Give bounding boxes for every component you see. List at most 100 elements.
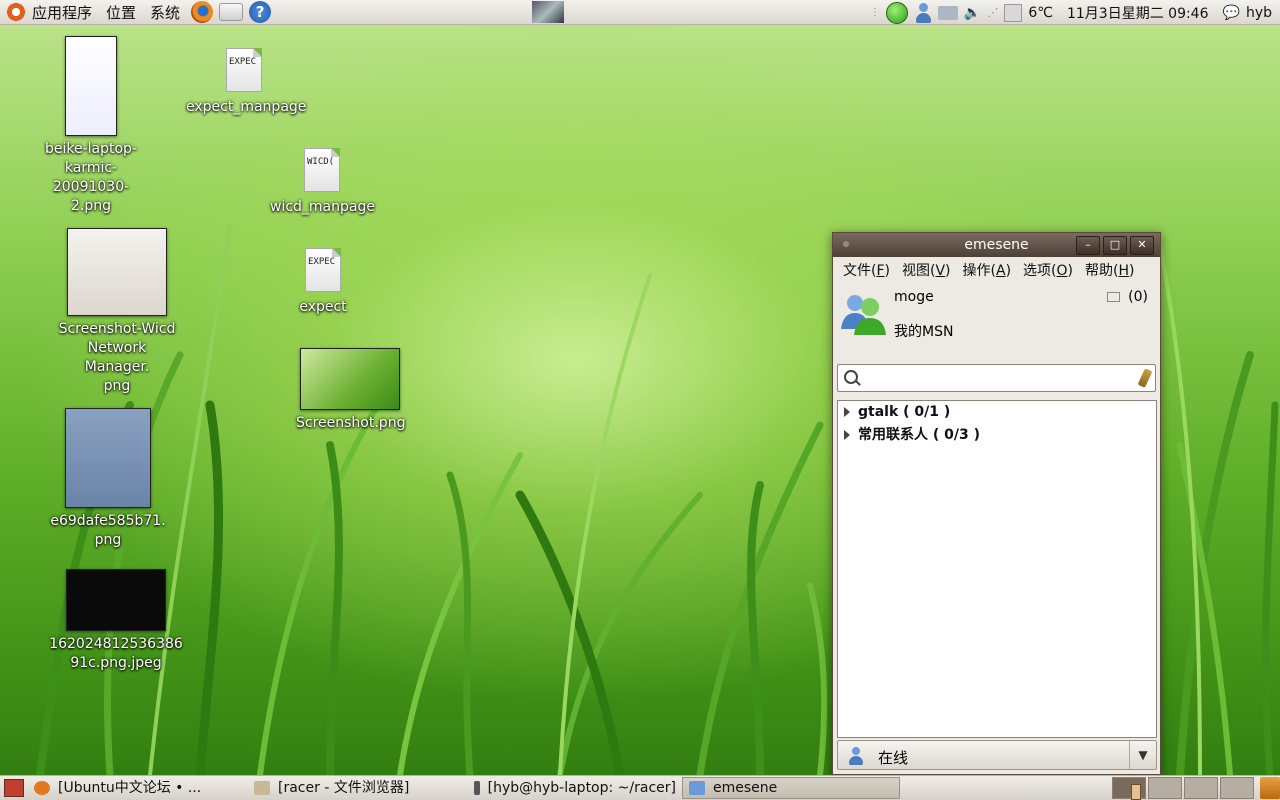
firefox-icon[interactable]	[191, 1, 214, 23]
applications-menu[interactable]: 应用程序	[0, 0, 100, 25]
window-thumbnail-icon[interactable]	[532, 1, 564, 23]
places-menu-label: 位置	[106, 3, 137, 22]
task-label: [hyb@hyb-laptop: ~/racer]	[487, 780, 676, 796]
chat-bubble-icon: 💬	[1222, 4, 1240, 21]
folder-icon	[254, 781, 270, 795]
network-icon[interactable]	[937, 5, 958, 20]
status-label: 在线	[878, 749, 909, 767]
desktop-icon-label: 91c.png.jpeg	[70, 655, 162, 671]
menu-actions[interactable]: 操作(A)	[957, 260, 1018, 280]
trash-icon[interactable]	[1260, 777, 1280, 799]
terminal-icon	[474, 781, 480, 795]
image-thumbnail-icon	[65, 36, 117, 136]
desktop-icon-screenshot-wicd[interactable]: Screenshot-Wicd Network Manager. png	[55, 228, 179, 396]
image-thumbnail-icon	[66, 569, 166, 631]
system-menu-label: 系统	[150, 3, 181, 22]
taskbar-item-firefox[interactable]: [Ubuntu中文论坛 • ...	[28, 777, 248, 799]
maximize-button[interactable]: □	[1103, 236, 1127, 255]
desktop-icon-wicd-manpage[interactable]: WICD( wicd_manpage	[270, 148, 375, 217]
desktop-icon-expect[interactable]: EXPEC expect	[290, 248, 356, 317]
volume-icon[interactable]: 🔈	[964, 5, 981, 21]
contact-search	[837, 364, 1156, 392]
menu-help[interactable]: 帮助(H)	[1079, 260, 1140, 280]
avatar-icon[interactable]	[839, 289, 887, 337]
emesene-icon	[689, 781, 705, 795]
show-desktop-icon[interactable]	[4, 779, 24, 797]
mail-count: (0)	[1128, 289, 1148, 305]
taskbar-item-terminal[interactable]: [hyb@hyb-laptop: ~/racer]	[468, 777, 682, 799]
search-input[interactable]	[862, 368, 1126, 390]
online-status-icon	[848, 747, 864, 765]
desktop-icon-e69dafe[interactable]: e69dafe585b71. png	[50, 408, 166, 550]
desktop-icon-label: 162024812536386	[49, 636, 183, 652]
workspace-3[interactable]	[1184, 777, 1218, 799]
envelope-icon	[1107, 292, 1121, 302]
weather-icon	[1004, 3, 1023, 22]
desktop-icon-label: Network Manager.	[84, 340, 150, 375]
system-menu[interactable]: 系统	[144, 0, 188, 25]
image-thumbnail-icon	[67, 228, 167, 316]
status-selector[interactable]: 在线 ▼	[837, 740, 1157, 770]
emesene-window: emesene – □ ✕ 文件(F) 视图(V) 操作(A) 选项(O) 帮助…	[832, 232, 1161, 775]
desktop-icon-label: Screenshot-Wicd	[58, 321, 176, 337]
signal-icon[interactable]: ⋰	[987, 6, 998, 19]
expand-arrow-icon[interactable]	[844, 430, 850, 440]
minimize-button[interactable]: –	[1076, 236, 1100, 255]
document-icon: EXPEC	[226, 48, 262, 92]
ubuntu-logo-icon	[6, 2, 26, 22]
image-thumbnail-icon	[300, 348, 400, 410]
group-label: gtalk ( 0/1 )	[858, 404, 951, 420]
status-online-icon[interactable]	[885, 1, 908, 24]
task-label: [Ubuntu中文论坛 • ...	[58, 780, 202, 796]
clock[interactable]: 11月3日星期二 09:46	[1067, 3, 1209, 23]
mail-icon[interactable]	[219, 3, 244, 21]
personal-message[interactable]: 我的MSN	[894, 321, 953, 341]
desktop-icon-label: png	[94, 532, 122, 548]
window-titlebar[interactable]: emesene – □ ✕	[833, 233, 1160, 257]
profile-area: moge 我的MSN (0)	[833, 283, 1160, 355]
task-label: emesene	[713, 780, 778, 796]
close-button[interactable]: ✕	[1130, 236, 1154, 255]
desktop-icon-expect-manpage[interactable]: EXPEC expect_manpage	[186, 48, 306, 117]
firefox-icon	[34, 781, 50, 795]
taskbar-item-file-browser[interactable]: [racer - 文件浏览器]	[248, 777, 468, 799]
contact-group-frequent[interactable]: 常用联系人 ( 0/3 )	[838, 424, 1156, 447]
menu-view[interactable]: 视图(V)	[896, 260, 957, 280]
desktop-icon-screenshot[interactable]: Screenshot.png	[296, 348, 406, 433]
chevron-down-icon[interactable]: ▼	[1129, 741, 1156, 769]
desktop-icon-label: Screenshot.png	[296, 415, 406, 431]
window-menu-icon[interactable]	[843, 241, 849, 247]
menubar: 文件(F) 视图(V) 操作(A) 选项(O) 帮助(H)	[833, 257, 1160, 283]
weather-temperature[interactable]: 6℃	[1028, 5, 1053, 21]
places-menu[interactable]: 位置	[100, 0, 144, 25]
help-icon[interactable]: ?	[249, 1, 272, 23]
image-thumbnail-icon	[65, 408, 151, 508]
nickname[interactable]: moge	[894, 289, 934, 305]
mail-counter[interactable]: (0)	[1107, 289, 1148, 305]
bottom-panel: [Ubuntu中文论坛 • ... [racer - 文件浏览器] [hyb@h…	[0, 775, 1280, 800]
group-label: 常用联系人 ( 0/3 )	[858, 427, 981, 443]
applications-menu-label: 应用程序	[32, 3, 93, 22]
desktop-icon-beike[interactable]: beike-laptop- karmic-20091030- 2.png	[30, 36, 152, 216]
taskbar-item-emesene[interactable]: emesene	[682, 777, 900, 799]
desktop-icon-label: 2.png	[70, 198, 111, 214]
emesene-tray-icon[interactable]	[914, 2, 932, 23]
workspace-2[interactable]	[1148, 777, 1182, 799]
tray-handle-icon: ⋮	[869, 7, 880, 18]
menu-options[interactable]: 选项(O)	[1017, 260, 1079, 280]
desktop-icon-label: expect	[299, 299, 347, 315]
desktop-icon-jpeg[interactable]: 162024812536386 91c.png.jpeg	[46, 569, 186, 673]
clear-search-icon[interactable]	[1137, 368, 1153, 388]
desktop-icon-label: e69dafe585b71.	[50, 513, 166, 529]
search-icon	[844, 370, 858, 384]
expand-arrow-icon[interactable]	[844, 407, 850, 417]
desktop-icon-label: beike-laptop-	[44, 141, 137, 157]
contact-group-gtalk[interactable]: gtalk ( 0/1 )	[838, 401, 1156, 424]
user-menu[interactable]: hyb	[1246, 5, 1272, 21]
menu-file[interactable]: 文件(F)	[837, 260, 896, 280]
workspace-1[interactable]	[1112, 777, 1146, 800]
window-title: emesene	[964, 237, 1029, 253]
workspace-4[interactable]	[1220, 777, 1254, 799]
top-panel: 应用程序 位置 系统 ? ⋮ 🔈 ⋰ 6℃ 11月3日星期二 09:46 💬 h…	[0, 0, 1280, 25]
desktop-icon-label: wicd_manpage	[270, 199, 375, 215]
